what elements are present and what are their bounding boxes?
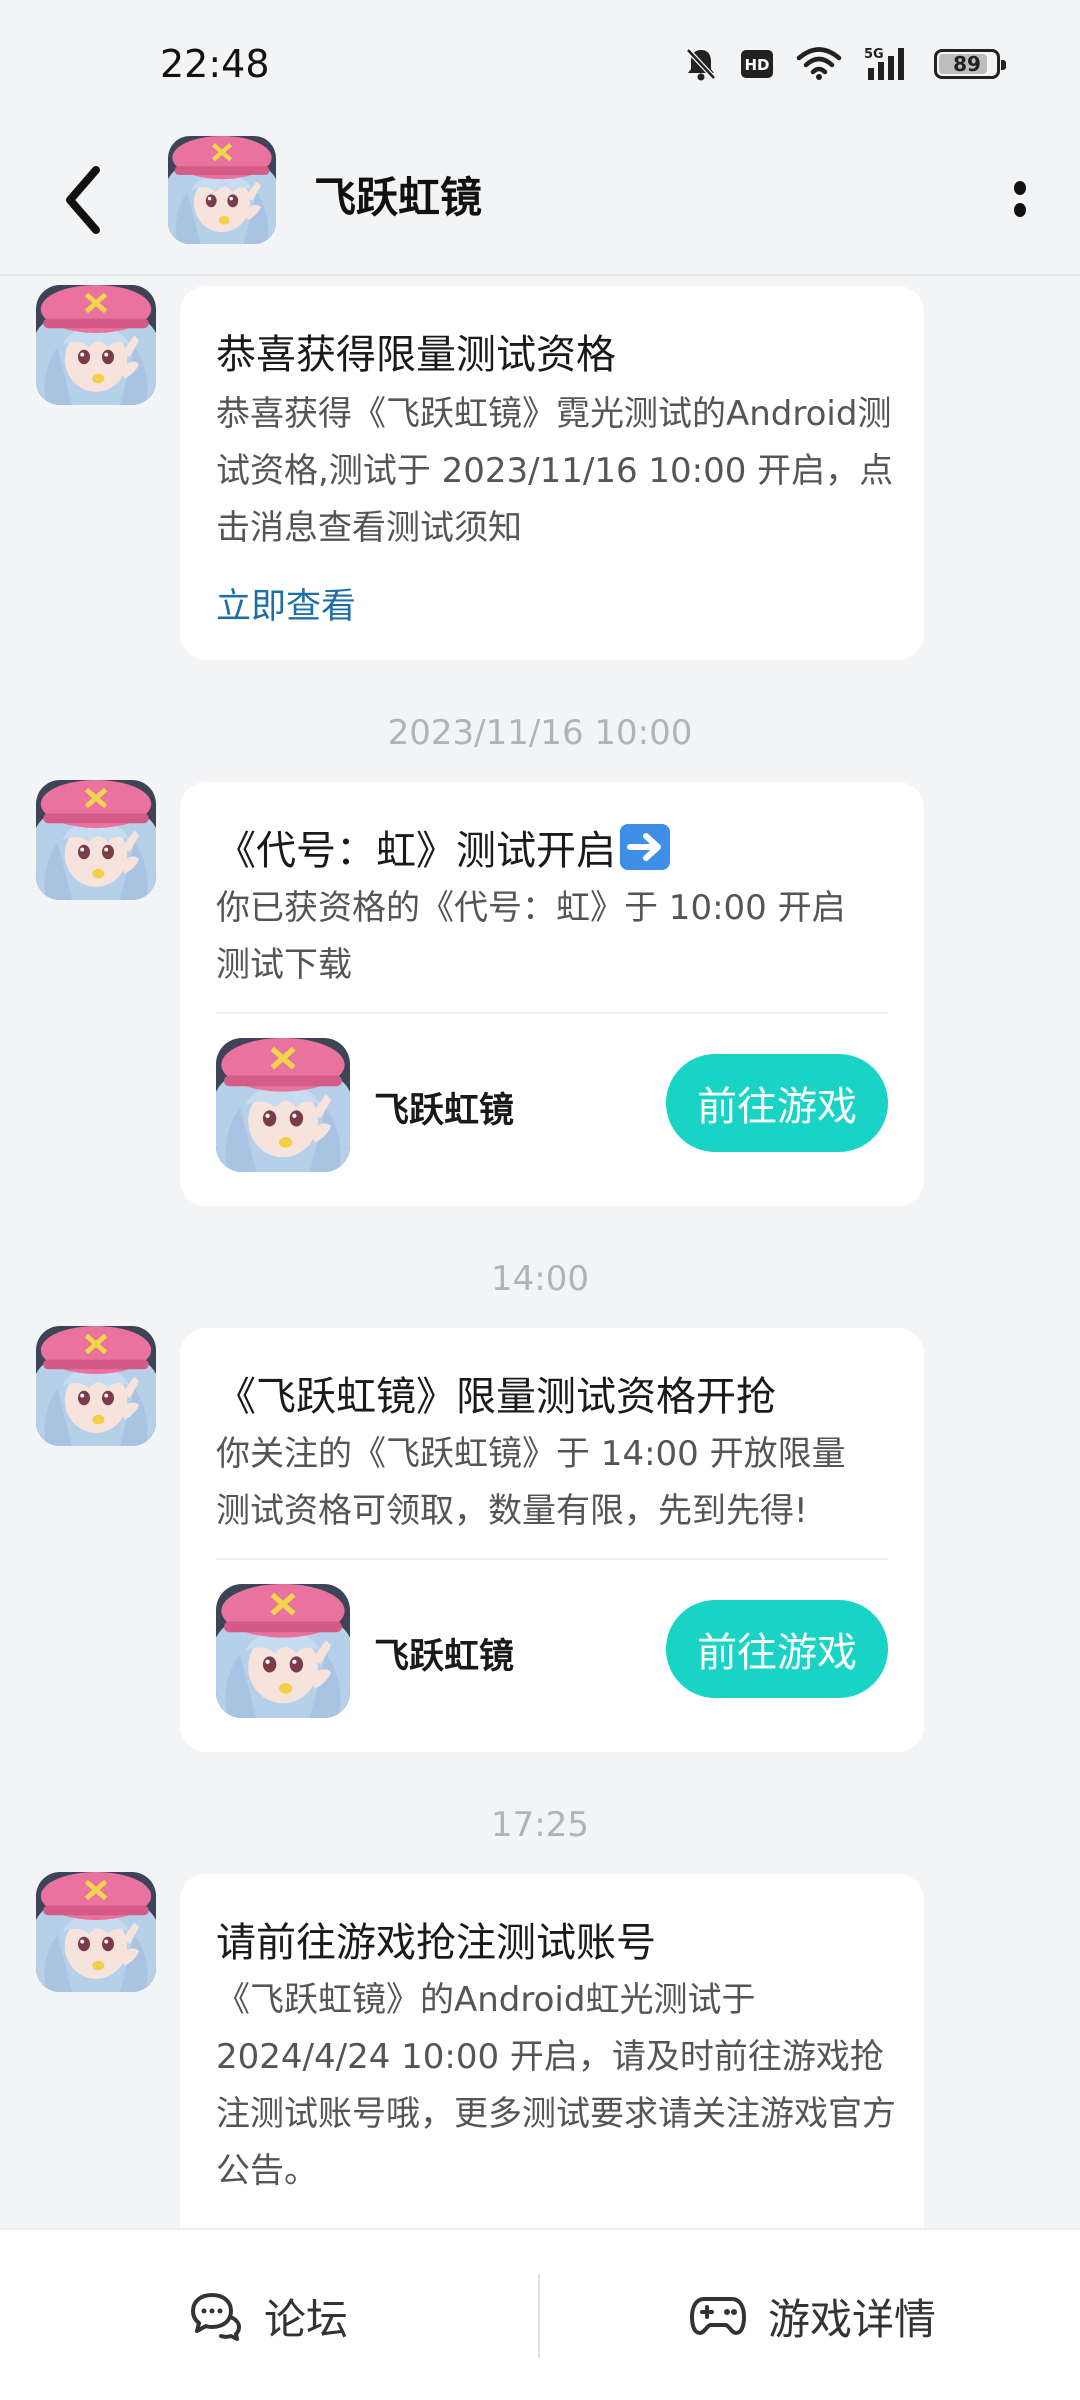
battery-icon: 89 — [934, 49, 1006, 79]
more-vertical-icon — [1014, 181, 1026, 217]
message-timestamp: 17:25 — [491, 1805, 589, 1845]
message-body: 《飞跃虹镜》的Android虹光测试于2024/4/24 10:00 开启，请及… — [216, 1980, 896, 2191]
more-options-button[interactable] — [1000, 170, 1040, 230]
sender-avatar[interactable] — [36, 780, 156, 900]
battery-level: 89 — [953, 52, 981, 76]
bottom-divider — [538, 2274, 540, 2358]
message-card[interactable]: 《代号：虹》测试开启 你已获资格的《代号：虹》于 10:00 开启测试下载 飞跃… — [180, 782, 924, 1206]
status-icons: HD 5G 89 — [684, 44, 1006, 84]
forum-label: 论坛 — [264, 2294, 349, 2344]
game-name: 飞跃虹镜 — [374, 1091, 515, 1131]
svg-text:5G: 5G — [864, 47, 884, 62]
status-time: 22:48 — [160, 42, 270, 86]
bell-muted-icon — [686, 48, 716, 81]
message-body: 恭喜获得《飞跃虹镜》霓光测试的Android测试资格,测试于 2023/11/1… — [216, 394, 894, 548]
forum-tab[interactable]: 论坛 — [190, 2230, 348, 2400]
chevron-left-icon — [66, 166, 100, 234]
message-title: 《代号：虹》测试开启 — [216, 818, 670, 876]
game-avatar[interactable] — [168, 136, 276, 244]
game-icon[interactable] — [216, 1584, 350, 1718]
game-details-label: 游戏详情 — [768, 2294, 937, 2344]
sender-avatar[interactable] — [36, 1872, 156, 1992]
status-bar: 22:48 HD 5G 89 — [0, 0, 1080, 130]
message-body: 你关注的《飞跃虹镜》于 14:00 开放限量测试资格可领取，数量有限，先到先得! — [216, 1434, 846, 1531]
game-name: 飞跃虹镜 — [374, 1637, 515, 1677]
message-card[interactable]: 请前往游戏抢注测试账号 《飞跃虹镜》的Android虹光测试于2024/4/24… — [180, 1874, 924, 2274]
view-now-link[interactable]: 立即查看 — [216, 578, 356, 629]
go-to-game-button[interactable]: 前往游戏 — [666, 1054, 888, 1152]
arrow-right-emoji-icon — [620, 824, 670, 870]
chat-header: 飞跃虹镜 — [0, 130, 1080, 276]
gamepad-icon — [690, 2297, 746, 2335]
message-title-text: 《代号：虹》测试开启 — [216, 828, 616, 874]
card-divider — [216, 1012, 888, 1014]
message-timestamp: 2023/11/16 10:00 — [387, 713, 693, 753]
wifi-icon — [796, 47, 842, 80]
go-to-game-button[interactable]: 前往游戏 — [666, 1600, 888, 1698]
signal-5g-icon: 5G — [864, 47, 904, 80]
message-title: 恭喜获得限量测试资格 — [216, 332, 616, 378]
back-button[interactable] — [58, 160, 118, 240]
message-body: 你已获资格的《代号：虹》于 10:00 开启测试下载 — [216, 888, 846, 985]
message-timestamp: 14:00 — [491, 1259, 589, 1299]
chat-bubbles-icon — [191, 2293, 241, 2341]
svg-text:HD: HD — [744, 56, 769, 74]
sender-avatar[interactable] — [36, 285, 156, 405]
card-divider — [216, 1558, 888, 1560]
message-title: 《飞跃虹镜》限量测试资格开抢 — [216, 1374, 776, 1420]
message-card[interactable]: 《飞跃虹镜》限量测试资格开抢 你关注的《飞跃虹镜》于 14:00 开放限量测试资… — [180, 1328, 924, 1752]
message-title: 请前往游戏抢注测试账号 — [216, 1920, 656, 1966]
bottom-bar: 论坛 游戏详情 — [0, 2228, 1080, 2400]
page-title: 飞跃虹镜 — [314, 173, 483, 222]
message-card[interactable]: 恭喜获得限量测试资格 恭喜获得《飞跃虹镜》霓光测试的Android测试资格,测试… — [180, 286, 924, 660]
sender-avatar[interactable] — [36, 1326, 156, 1446]
game-details-tab[interactable]: 游戏详情 — [690, 2230, 936, 2400]
game-icon[interactable] — [216, 1038, 350, 1172]
hd-icon: HD — [741, 50, 773, 78]
